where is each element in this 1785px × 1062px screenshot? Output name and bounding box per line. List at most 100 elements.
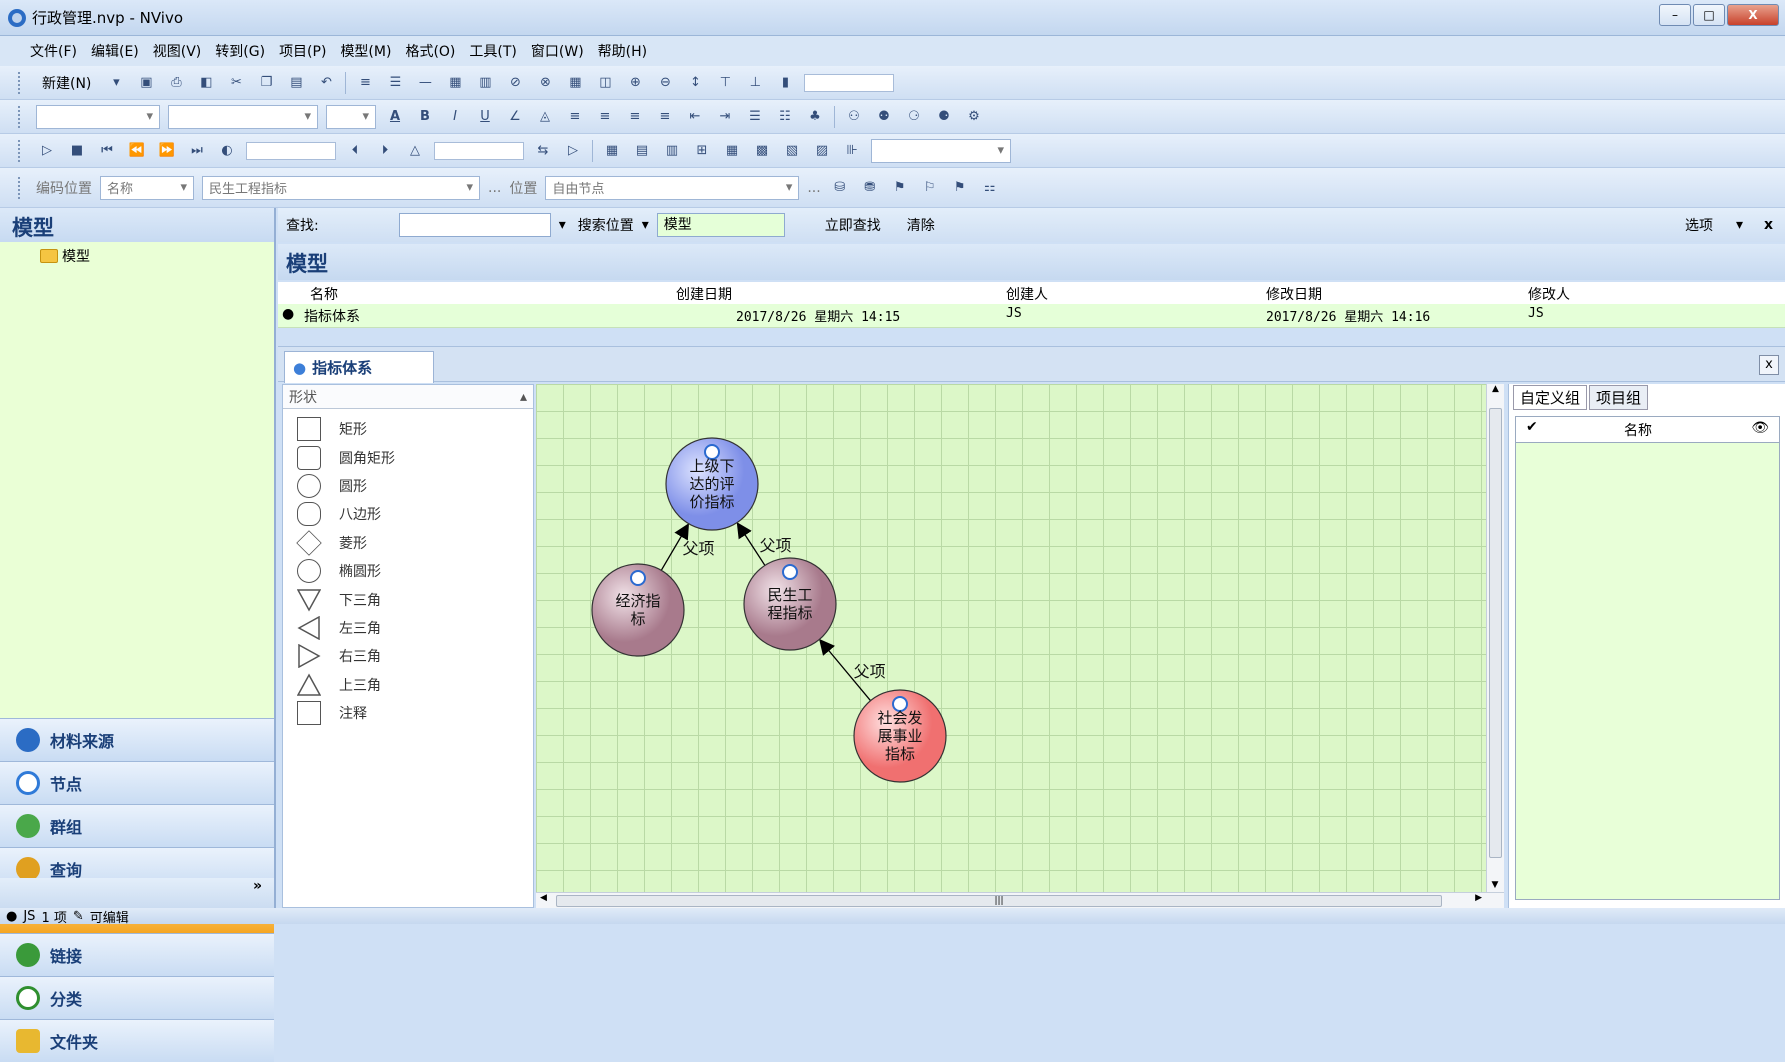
skip-end-icon[interactable]: ⏭ xyxy=(186,141,208,161)
scroll-up-icon[interactable]: ▲ xyxy=(1487,384,1504,394)
chart-icon[interactable]: ▥ xyxy=(474,73,496,93)
collapse-icon[interactable]: ▴ xyxy=(520,389,527,405)
send-back-icon[interactable]: ⚈ xyxy=(933,107,955,127)
align-center-icon[interactable]: ≡ xyxy=(594,107,616,127)
stop-icon[interactable]: ■ xyxy=(66,141,88,161)
table-style-combo[interactable]: ▾ xyxy=(871,138,1011,163)
shape-diamond[interactable]: 菱形 xyxy=(283,529,533,557)
insert-col-icon[interactable]: ⊪ xyxy=(841,141,863,161)
font-name-combo[interactable]: ▾ xyxy=(36,104,160,129)
unlink-icon[interactable]: ⊗ xyxy=(534,73,556,93)
font-style-combo[interactable]: ▾ xyxy=(168,104,318,129)
print-icon[interactable]: ⎙ xyxy=(165,73,187,93)
find-icon[interactable]: ♣ xyxy=(804,107,826,127)
tab-custom-groups[interactable]: 自定义组 xyxy=(1513,385,1588,410)
menu-view[interactable]: 视图(V) xyxy=(153,41,202,61)
nav-folders[interactable]: 文件夹 xyxy=(0,1019,274,1062)
underline-icon[interactable]: U xyxy=(474,107,496,127)
code-icon[interactable]: ⛁ xyxy=(829,178,851,198)
close-tab-button[interactable]: x xyxy=(1759,355,1779,375)
justify-icon[interactable]: ≡ xyxy=(654,107,676,127)
find-dropdown-icon[interactable]: ▾ xyxy=(559,217,566,233)
canvas-vertical-scrollbar[interactable]: ▲ ▼ xyxy=(1486,384,1504,892)
model-canvas[interactable]: 父项 父项 父项 上级下 达的评 价指标 经济指标民生工 程指标 社会发 展事业 指标 xyxy=(536,384,1486,892)
play-mode-icon[interactable]: ▷ xyxy=(562,141,584,161)
indent-icon[interactable]: ⇥ xyxy=(714,107,736,127)
zoom-slider[interactable] xyxy=(804,73,895,92)
line-icon[interactable]: — xyxy=(414,73,436,93)
shape-down-triangle[interactable]: 下三角 xyxy=(283,585,533,613)
distribute-icon[interactable]: ☰ xyxy=(384,73,406,93)
numbering-icon[interactable]: ☷ xyxy=(774,107,796,127)
shape-rounded-rectangle[interactable]: 圆角矩形 xyxy=(283,443,533,471)
play-icon[interactable]: ▷ xyxy=(36,141,58,161)
menu-tools[interactable]: 工具(T) xyxy=(469,41,516,61)
eye-icon[interactable]: 👁 xyxy=(1751,420,1769,436)
zoom-out-icon[interactable]: ⊖ xyxy=(654,73,676,93)
zoom-in-icon[interactable]: ⊕ xyxy=(624,73,646,93)
clear-button[interactable]: 清除 xyxy=(907,215,935,235)
rewind-icon[interactable]: ⏪ xyxy=(126,141,148,161)
print-preview-icon[interactable]: ◧ xyxy=(195,73,217,93)
shape-left-triangle[interactable]: 左三角 xyxy=(283,614,533,642)
menu-window[interactable]: 窗口(W) xyxy=(531,41,584,61)
check-column-icon[interactable]: ✔ xyxy=(1526,419,1538,435)
browse-node-button[interactable]: ... xyxy=(488,180,501,196)
align-right-icon[interactable]: ≡ xyxy=(624,107,646,127)
name-combo[interactable]: 名称 ▾ xyxy=(100,175,194,200)
properties-icon[interactable]: ⚙ xyxy=(963,107,985,127)
fill-color-icon[interactable]: ◬ xyxy=(534,107,556,127)
bullets-icon[interactable]: ☰ xyxy=(744,107,766,127)
search-in-dropdown-icon[interactable]: ▾ xyxy=(642,217,649,233)
shape-circle[interactable]: 圆形 xyxy=(283,472,533,500)
playback-slider[interactable] xyxy=(246,141,336,160)
delete-col-icon[interactable]: ▨ xyxy=(811,141,833,161)
ungroup-icon[interactable]: ⚉ xyxy=(873,107,895,127)
cut-icon[interactable]: ✂ xyxy=(225,73,247,93)
panel-icon[interactable]: ◫ xyxy=(594,73,616,93)
tree-item-models[interactable]: 模型 xyxy=(40,246,274,266)
close-window-button[interactable]: X xyxy=(1727,4,1779,26)
menu-model[interactable]: 模型(M) xyxy=(340,41,391,61)
find-input[interactable] xyxy=(398,213,551,237)
find-now-button[interactable]: 立即查找 xyxy=(825,215,881,235)
save-icon[interactable]: ▣ xyxy=(135,73,157,93)
speed-icon[interactable]: △ xyxy=(404,141,426,161)
delete-row-icon[interactable]: ▧ xyxy=(781,141,803,161)
menu-format[interactable]: 格式(O) xyxy=(405,41,455,61)
next-mark-icon[interactable]: ⏵ xyxy=(374,141,396,161)
column-created-on[interactable]: 创建日期 xyxy=(676,284,732,304)
table-cols-icon[interactable]: ▥ xyxy=(661,141,683,161)
bold-icon[interactable]: B xyxy=(414,107,436,127)
table-row[interactable]: ● 指标体系 2017/8/26 星期六 14:15 JS 2017/8/26 … xyxy=(278,304,1785,328)
nav-classifications[interactable]: 分类 xyxy=(0,976,274,1019)
line-color-icon[interactable]: ∠ xyxy=(504,107,526,127)
insert-table-icon[interactable]: ⊞ xyxy=(691,141,713,161)
menu-project[interactable]: 项目(P) xyxy=(279,41,326,61)
column-modified-on[interactable]: 修改日期 xyxy=(1266,284,1322,304)
highlight-icon[interactable]: ⚑ xyxy=(949,178,971,198)
horizontal-scroll-thumb[interactable]: ||| xyxy=(556,895,1442,907)
shape-up-triangle[interactable]: 上三角 xyxy=(283,671,533,699)
dropdown-arrow-icon[interactable]: ▾ xyxy=(105,73,127,93)
filter-icon[interactable]: ⊤ xyxy=(714,73,736,93)
browse-position-button[interactable]: ... xyxy=(807,180,820,196)
skip-start-icon[interactable]: ⏮ xyxy=(96,141,118,161)
options-dropdown-icon[interactable]: ▾ xyxy=(1736,217,1743,233)
shape-octagon[interactable]: 八边形 xyxy=(283,500,533,528)
stamp-icon[interactable]: ⊥ xyxy=(744,73,766,93)
table-icon[interactable]: ▦ xyxy=(601,141,623,161)
nav-nodes[interactable]: 节点 xyxy=(0,761,274,804)
merge-cells-icon[interactable]: ▦ xyxy=(721,141,743,161)
nav-more-button[interactable]: » xyxy=(0,878,274,908)
column-created-by[interactable]: 创建人 xyxy=(1006,284,1048,304)
sync-icon[interactable]: ⇆ xyxy=(532,141,554,161)
bring-front-icon[interactable]: ⚆ xyxy=(903,107,925,127)
close-find-button[interactable]: x xyxy=(1764,217,1773,233)
minimize-button[interactable]: – xyxy=(1659,4,1691,26)
italic-icon[interactable]: I xyxy=(444,107,466,127)
outdent-icon[interactable]: ⇤ xyxy=(684,107,706,127)
tab-project-groups[interactable]: 项目组 xyxy=(1589,385,1649,410)
font-size-combo[interactable]: ▾ xyxy=(326,104,376,129)
shape-rectangle[interactable]: 矩形 xyxy=(283,415,533,443)
